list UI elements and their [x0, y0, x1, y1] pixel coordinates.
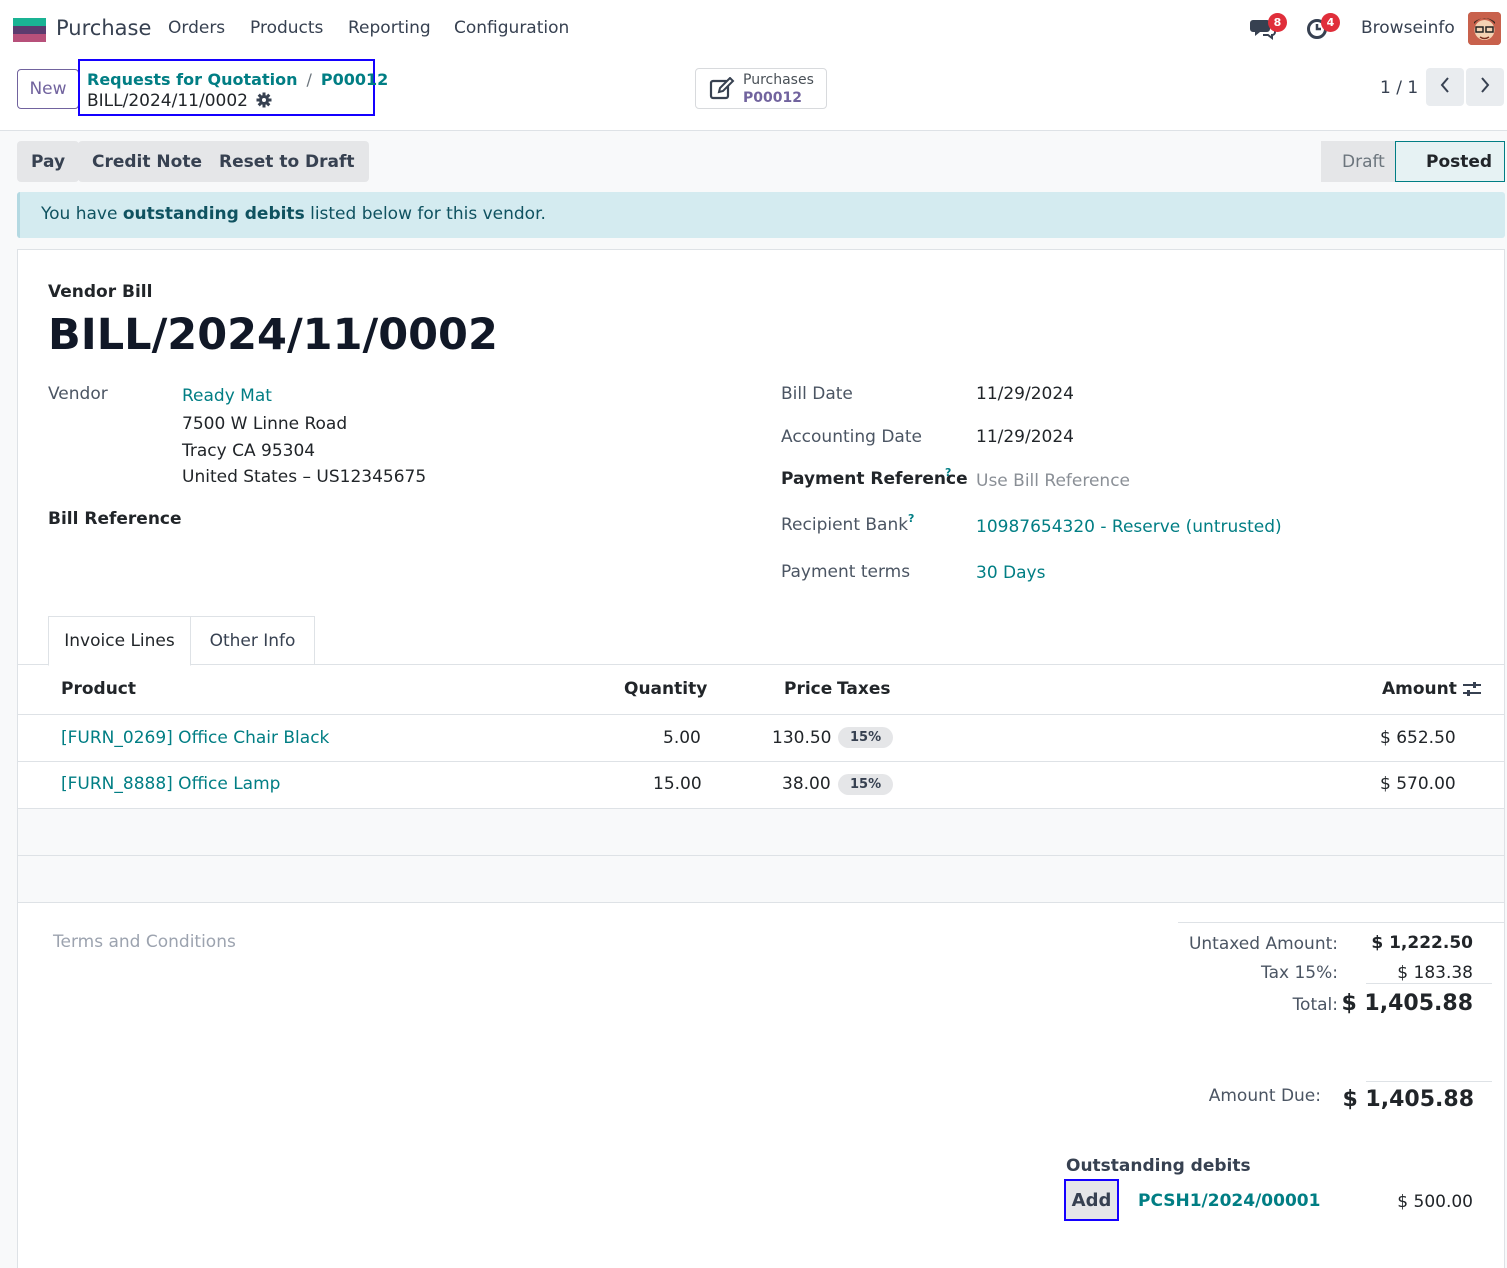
bill-reference-label: Bill Reference [48, 509, 182, 529]
line-product[interactable]: [FURN_8888] Office Lamp [61, 774, 280, 794]
breadcrumb-rfq-link[interactable]: Requests for Quotation [87, 70, 298, 89]
form-sheet: Vendor Bill BILL/2024/11/0002 Vendor Rea… [17, 249, 1505, 1268]
bill-date-label: Bill Date [781, 384, 853, 404]
total-value: $ 1,405.88 [1341, 991, 1473, 1016]
table-row[interactable]: [FURN_8888] Office Lamp 15.00 38.00 15% … [18, 762, 1504, 809]
line-product[interactable]: [FURN_0269] Office Chair Black [61, 728, 329, 748]
line-quantity[interactable]: 5.00 [663, 728, 701, 748]
recipient-bank-label: Recipient Bank [781, 515, 909, 535]
empty-row [18, 856, 1504, 903]
empty-row [18, 809, 1504, 856]
breadcrumb: Requests for Quotation / P00012 BILL/2024/… [78, 59, 388, 116]
user-avatar[interactable] [1468, 12, 1501, 45]
line-amount: $ 652.50 [1380, 728, 1456, 748]
outstanding-debit-link[interactable]: PCSH1/2024/00001 [1138, 1191, 1320, 1211]
messages-badge: 8 [1268, 13, 1287, 32]
vendor-label: Vendor [48, 384, 108, 404]
column-product[interactable]: Product [61, 679, 136, 699]
document-type-label: Vendor Bill [48, 282, 153, 302]
purchases-smart-button[interactable]: Purchases P00012 [695, 68, 827, 109]
pager-value[interactable]: 1 / 1 [1380, 78, 1418, 98]
line-amount: $ 570.00 [1380, 774, 1456, 794]
vendor-address-line: 7500 W Linne Road [182, 414, 348, 434]
purchase-app-icon[interactable] [13, 18, 46, 42]
alert-prefix: You have [41, 204, 123, 224]
app-name[interactable]: Purchase [56, 16, 151, 40]
vendor-address-line: United States – US12345675 [182, 467, 427, 487]
untaxed-amount-label: Untaxed Amount: [1188, 934, 1338, 954]
menu-orders[interactable]: Orders [168, 18, 225, 38]
pager-next-button[interactable] [1466, 68, 1504, 106]
tab-invoice-lines[interactable]: Invoice Lines [48, 616, 191, 666]
untaxed-amount-value: $ 1,222.50 [1371, 933, 1473, 953]
tab-other-info[interactable]: Other Info [190, 616, 315, 665]
smart-button-label: Purchases [743, 72, 814, 88]
optional-columns-icon[interactable] [1462, 680, 1482, 703]
payment-terms-label: Payment terms [781, 562, 911, 582]
column-taxes[interactable]: Taxes [837, 679, 891, 699]
edit-icon [709, 76, 735, 106]
table-row[interactable]: [FURN_0269] Office Chair Black 5.00 130.… [18, 715, 1504, 762]
notebook-tabs: Invoice Lines Other Info [18, 616, 1504, 666]
line-price[interactable]: 38.00 [782, 774, 831, 794]
chevron-right-icon [1479, 76, 1491, 99]
payment-terms-link[interactable]: 30 Days [976, 563, 1045, 583]
accounting-date-value[interactable]: 11/29/2024 [976, 427, 1074, 447]
alert-bold: outstanding debits [122, 204, 305, 224]
control-panel: New Requests for Quotation / P00012 BILL/2… [0, 58, 1507, 131]
line-tax-tag[interactable]: 15% [838, 727, 894, 748]
outstanding-debit-amount: $ 500.00 [1397, 1192, 1473, 1212]
help-icon[interactable]: ? [945, 466, 951, 479]
add-outstanding-debit-button[interactable]: Add [1064, 1179, 1119, 1221]
menu-reporting[interactable]: Reporting [348, 18, 431, 38]
activities-badge: 4 [1321, 13, 1340, 32]
line-quantity[interactable]: 15.00 [653, 774, 702, 794]
pager-previous-button[interactable] [1426, 68, 1464, 106]
gear-icon[interactable] [256, 92, 272, 113]
column-quantity[interactable]: Quantity [624, 679, 707, 699]
breadcrumb-order-link[interactable]: P00012 [321, 70, 388, 89]
vendor-address-line: Tracy CA 95304 [182, 441, 316, 461]
terms-and-conditions-input[interactable]: Terms and Conditions [53, 932, 236, 952]
bill-number-title: BILL/2024/11/0002 [48, 310, 498, 360]
chevron-left-icon [1439, 76, 1451, 99]
new-button[interactable]: New [17, 69, 79, 109]
amount-due-value: $ 1,405.88 [1342, 1087, 1474, 1112]
status-posted: Posted [1395, 141, 1505, 182]
help-icon[interactable]: ? [908, 512, 914, 525]
menu-products[interactable]: Products [250, 18, 323, 38]
bill-date-value[interactable]: 11/29/2024 [976, 384, 1074, 404]
pay-button[interactable]: Pay [17, 141, 80, 182]
recipient-bank-link[interactable]: 10987654320 - Reserve (untrusted) [976, 517, 1282, 537]
accounting-date-label: Accounting Date [781, 427, 922, 447]
smart-button-value: P00012 [743, 90, 802, 106]
menu-configuration[interactable]: Configuration [454, 18, 569, 38]
column-price[interactable]: Price [784, 679, 832, 699]
reset-to-draft-button[interactable]: Reset to Draft [205, 141, 369, 182]
credit-note-button[interactable]: Credit Note [78, 141, 216, 182]
user-name[interactable]: Browseinfo [1361, 18, 1455, 38]
bill-reference-input[interactable] [182, 502, 602, 532]
top-navbar: Purchase Orders Products Reporting Confi… [0, 0, 1507, 58]
outstanding-debits-title: Outstanding debits [1066, 1156, 1251, 1176]
total-divider [1366, 983, 1492, 984]
breadcrumb-separator: / [306, 70, 312, 89]
column-amount[interactable]: Amount [1382, 679, 1457, 699]
alert-suffix: listed below for this vendor. [304, 204, 546, 224]
tax-label: Tax 15%: [1261, 963, 1338, 983]
payment-reference-input[interactable]: Use Bill Reference [976, 471, 1130, 491]
tax-value: $ 183.38 [1397, 963, 1473, 983]
invoice-lines-header: Product Quantity Price Taxes Amount [18, 665, 1504, 715]
line-price[interactable]: 130.50 [772, 728, 831, 748]
totals-divider [1178, 922, 1504, 923]
vendor-name-link[interactable]: Ready Mat [182, 386, 272, 406]
amount-due-divider [1366, 1081, 1492, 1082]
line-tax-tag[interactable]: 15% [838, 774, 894, 795]
payment-reference-label: Payment Reference [781, 469, 968, 489]
outstanding-debits-alert: You have outstanding debits listed below… [17, 192, 1505, 238]
breadcrumb-current: BILL/2024/11/0002 [87, 91, 248, 111]
